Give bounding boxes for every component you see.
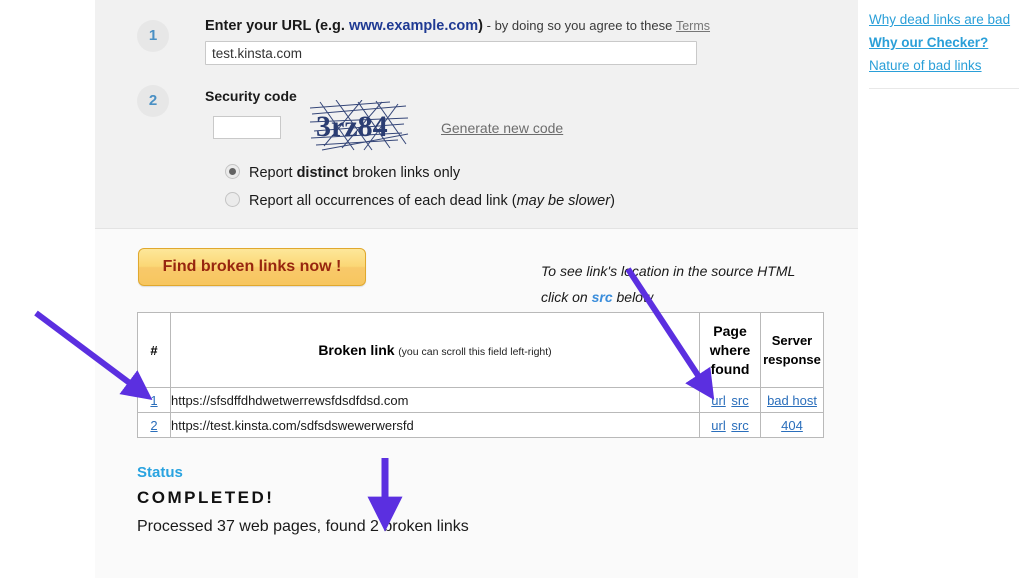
header-number: # xyxy=(137,312,171,388)
radio-all-icon[interactable] xyxy=(225,192,240,207)
table-row: 1 https://sfsdffdhdwetwerrewsfdsdfdsd.co… xyxy=(137,387,824,413)
radio-distinct-post: broken links only xyxy=(348,165,461,181)
sidebar-divider xyxy=(869,88,1019,89)
radio-all-post: ) xyxy=(610,193,615,209)
row-broken-link: https://sfsdffdhdwetwerrewsfdsdfdsd.com xyxy=(170,387,700,413)
radio-all-pre: Report all occurrences of each dead link… xyxy=(249,193,517,209)
generate-new-code-link[interactable]: Generate new code xyxy=(441,120,563,136)
find-broken-links-button[interactable]: Find broken links now ! xyxy=(138,248,366,286)
row-server-response: 404 xyxy=(760,412,824,438)
header-page-line-3: found xyxy=(710,360,750,377)
header-broken-link: Broken link (you can scroll this field l… xyxy=(170,312,700,388)
row-src-link[interactable]: src xyxy=(731,393,748,408)
status-title: Status xyxy=(137,464,183,481)
security-code-label: Security code xyxy=(205,88,297,104)
src-hint-line2-pre: click on xyxy=(541,289,592,305)
radio-option-distinct[interactable]: Report distinct broken links only xyxy=(225,164,460,181)
header-broken-link-main: Broken link xyxy=(318,342,395,358)
src-hint-src-word: src xyxy=(591,289,613,305)
table-header-row: # Broken link (you can scroll this field… xyxy=(137,312,824,388)
url-label-bold: Enter your URL (e.g. xyxy=(205,18,349,34)
header-server-line-2: response xyxy=(763,352,821,367)
row-broken-link: https://test.kinsta.com/sdfsdswewerwersf… xyxy=(170,412,700,438)
table-head: # Broken link (you can scroll this field… xyxy=(137,312,824,388)
status-summary: Processed 37 web pages, found 2 broken l… xyxy=(137,518,469,535)
status-value: COMPLETED! xyxy=(137,488,275,507)
captcha-input[interactable] xyxy=(213,116,281,139)
radio-all-italic: may be slower xyxy=(516,193,611,209)
url-label-rest: - by doing so you agree to these xyxy=(483,18,676,33)
terms-link[interactable]: Terms xyxy=(676,19,710,33)
table-row: 2 https://test.kinsta.com/sdfsdswewerwer… xyxy=(137,412,824,438)
src-hint-line1: To see link's location in the source HTM… xyxy=(541,263,796,279)
sidebar-link-nature-of-bad-links[interactable]: Nature of bad links xyxy=(869,54,1010,77)
url-label: Enter your URL (e.g. www.example.com) - … xyxy=(205,18,710,34)
sidebar-link-why-dead-links[interactable]: Why dead links are bad xyxy=(869,8,1010,31)
results-section: Find broken links now ! To see link's lo… xyxy=(95,229,858,578)
right-sidebar: Why dead links are bad Why our Checker? … xyxy=(869,0,1024,578)
header-page-line-2: where xyxy=(709,341,751,358)
sidebar-link-why-our-checker[interactable]: Why our Checker? xyxy=(869,31,1010,54)
src-hint-line2-post: below xyxy=(612,289,654,305)
header-broken-link-sub: (you can scroll this field left-right) xyxy=(398,346,552,358)
row-server-response: bad host xyxy=(760,387,824,413)
header-server-response: Server response xyxy=(760,312,824,388)
header-page-line-1: Page xyxy=(713,322,747,339)
form-section: 1 Enter your URL (e.g. www.example.com) … xyxy=(95,0,858,229)
row-response-link[interactable]: bad host xyxy=(767,393,817,408)
radio-distinct-bold: distinct xyxy=(296,165,349,181)
radio-distinct-icon[interactable] xyxy=(225,164,240,179)
row-response-link[interactable]: 404 xyxy=(781,418,803,433)
url-label-example: www.example.com xyxy=(348,18,479,34)
src-hint-text: To see link's location in the source HTM… xyxy=(541,258,795,310)
row-url-link[interactable]: url xyxy=(711,393,725,408)
url-input[interactable] xyxy=(205,41,697,65)
header-page-where-found: Page where found xyxy=(699,312,761,388)
row-page-links: url src xyxy=(699,387,761,413)
row-number-link[interactable]: 1 xyxy=(137,387,171,413)
step-1-badge: 1 xyxy=(137,20,169,52)
row-url-link[interactable]: url xyxy=(711,418,725,433)
row-number-link[interactable]: 2 xyxy=(137,412,171,438)
main-content-panel: 1 Enter your URL (e.g. www.example.com) … xyxy=(95,0,858,578)
row-src-link[interactable]: src xyxy=(731,418,748,433)
table-body: 1 https://sfsdffdhdwetwerrewsfdsdfdsd.co… xyxy=(137,387,824,438)
radio-option-all[interactable]: Report all occurrences of each dead link… xyxy=(225,192,615,209)
broken-links-table: # Broken link (you can scroll this field… xyxy=(137,312,824,438)
captcha-image: 3rz84 xyxy=(310,100,410,152)
radio-distinct-pre: Report xyxy=(249,165,297,181)
step-2-badge: 2 xyxy=(137,85,169,117)
row-page-links: url src xyxy=(699,412,761,438)
header-server-line-1: Server xyxy=(771,333,813,348)
